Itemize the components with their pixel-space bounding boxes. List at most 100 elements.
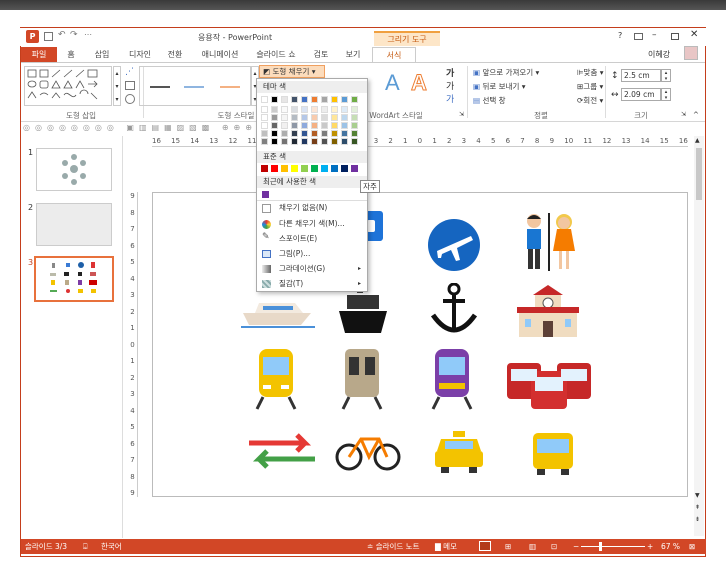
purple-train-icon[interactable] <box>429 349 475 411</box>
theme-color-swatch[interactable] <box>301 138 308 145</box>
theme-color-swatch[interactable] <box>281 114 288 121</box>
theme-color-swatch[interactable] <box>271 130 278 137</box>
style-line-blue[interactable] <box>184 86 204 88</box>
zoom-slider-thumb[interactable] <box>599 542 602 551</box>
group-button[interactable]: ⊞그룹 ▾ <box>577 81 603 92</box>
theme-color-swatch[interactable] <box>321 114 328 121</box>
send-backward-button[interactable]: ▣ 뒤로 보내기 ▾ <box>473 81 526 92</box>
language-indicator[interactable]: 한국어 <box>101 539 122 554</box>
theme-color-swatch[interactable] <box>281 130 288 137</box>
theme-color-swatch[interactable] <box>351 106 358 113</box>
theme-color-swatch[interactable] <box>331 122 338 129</box>
zoom-level[interactable]: 67 % <box>661 539 680 554</box>
bring-forward-button[interactable]: ▣ 앞으로 가져오기 ▾ <box>473 67 539 78</box>
theme-color-swatch[interactable] <box>261 130 268 137</box>
theme-color-swatch[interactable] <box>351 130 358 137</box>
scroll-up-icon[interactable]: ▲ <box>695 137 700 144</box>
theme-color-swatch[interactable] <box>331 106 338 113</box>
minimize-button[interactable]: – <box>652 30 657 40</box>
standard-color-swatch[interactable] <box>311 165 318 172</box>
theme-color-swatch[interactable] <box>281 138 288 145</box>
theme-color-swatch[interactable] <box>271 138 278 145</box>
ribbon-display-options-icon[interactable] <box>634 33 643 40</box>
theme-color-swatch[interactable] <box>311 138 318 145</box>
standard-color-swatch[interactable] <box>291 165 298 172</box>
theme-color-swatch[interactable] <box>341 138 348 145</box>
school-bus-icon[interactable] <box>531 433 575 477</box>
beige-train-icon[interactable] <box>339 349 385 411</box>
theme-color-swatch[interactable] <box>311 114 318 121</box>
theme-color-swatch[interactable] <box>281 96 288 103</box>
quick-access-redo-icon[interactable]: ↷ <box>70 30 78 40</box>
theme-color-swatch[interactable] <box>331 138 338 145</box>
theme-color-swatch[interactable] <box>351 114 358 121</box>
notes-button[interactable]: ≐ 슬라이드 노트 <box>367 539 419 554</box>
theme-color-swatch[interactable] <box>321 96 328 103</box>
quick-access-undo-icon[interactable]: ↶ <box>58 30 66 40</box>
theme-color-swatch[interactable] <box>291 106 298 113</box>
theme-color-swatch[interactable] <box>261 138 268 145</box>
shapes-gallery[interactable] <box>24 66 112 106</box>
buses-icon[interactable] <box>505 361 593 411</box>
airport-sign-icon[interactable] <box>427 218 481 272</box>
tab-transitions[interactable]: 전환 <box>162 47 188 62</box>
close-button[interactable]: ✕ <box>690 29 698 40</box>
slide-sorter-icon[interactable]: ⊞ <box>505 539 511 554</box>
theme-color-swatch[interactable] <box>271 122 278 129</box>
previous-slide-icon[interactable]: ⇞ <box>695 504 700 511</box>
comments-button[interactable]: ▇ 메모 <box>435 539 457 554</box>
menu-item-picture[interactable]: 그림(P)... <box>257 247 367 261</box>
slide-counter[interactable]: 슬라이드 3/3 <box>25 539 67 554</box>
theme-color-swatch[interactable] <box>331 130 338 137</box>
slide-canvas[interactable] <box>152 192 688 497</box>
theme-color-swatch[interactable] <box>311 106 318 113</box>
theme-color-swatch[interactable] <box>341 122 348 129</box>
standard-color-swatch[interactable] <box>341 165 348 172</box>
scroll-thumb[interactable] <box>696 148 702 200</box>
tab-animations[interactable]: 애니메이션 <box>196 47 244 62</box>
recent-color-swatch[interactable] <box>262 191 269 198</box>
reading-view-icon[interactable]: ▥ <box>529 539 536 554</box>
zoom-in-icon[interactable]: + <box>647 539 653 554</box>
theme-color-swatch[interactable] <box>301 114 308 121</box>
standard-color-swatch[interactable] <box>271 165 278 172</box>
menu-item-eyedropper[interactable]: 스포이트(E) <box>257 232 367 246</box>
rotate-button[interactable]: ⟳회전 ▾ <box>577 95 603 106</box>
yacht-icon[interactable] <box>241 291 315 329</box>
theme-color-swatch[interactable] <box>331 96 338 103</box>
tab-format[interactable]: 서식 <box>372 47 416 62</box>
fit-to-window-icon[interactable]: ⊠ <box>689 539 695 554</box>
yellow-train-icon[interactable] <box>253 349 299 411</box>
width-input[interactable]: 2.09 cm <box>621 88 661 101</box>
tab-design[interactable]: 디자인 <box>122 47 158 62</box>
tab-insert[interactable]: 삽입 <box>88 47 116 62</box>
align-button[interactable]: ⊫맞춤 ▾ <box>577 67 604 78</box>
selection-pane-button[interactable]: ▤ 선택 창 <box>473 95 506 106</box>
tab-file[interactable]: 파일 <box>21 47 57 62</box>
slide-thumbnail-2[interactable] <box>36 203 112 246</box>
user-name[interactable]: 이혜강 <box>648 49 670 60</box>
menu-item-texture[interactable]: 질감(T) ▸ <box>257 277 367 291</box>
tab-view[interactable]: 보기 <box>340 47 366 62</box>
standard-color-swatch[interactable] <box>261 165 268 172</box>
tab-slideshow[interactable]: 슬라이드 쇼 <box>252 47 300 62</box>
menu-item-gradient[interactable]: 그라데이션(G) ▸ <box>257 262 367 276</box>
spellcheck-icon[interactable]: ⌹ <box>83 539 88 554</box>
bicycle-icon[interactable] <box>335 429 401 471</box>
standard-color-swatch[interactable] <box>331 165 338 172</box>
standard-color-swatch[interactable] <box>351 165 358 172</box>
theme-color-swatch[interactable] <box>321 130 328 137</box>
width-spinner[interactable]: ▴ ▾ <box>661 88 671 101</box>
theme-color-swatch[interactable] <box>281 106 288 113</box>
theme-color-swatch[interactable] <box>291 130 298 137</box>
wordart-style-blue[interactable]: A <box>385 70 400 96</box>
text-fill-icon[interactable]: 가 <box>446 66 454 79</box>
theme-color-swatch[interactable] <box>271 106 278 113</box>
help-button[interactable]: ? <box>618 31 622 40</box>
restroom-sign-icon[interactable] <box>519 213 579 271</box>
theme-color-swatch[interactable] <box>351 96 358 103</box>
style-line-orange[interactable] <box>220 86 240 88</box>
theme-color-swatch[interactable] <box>341 130 348 137</box>
quick-access-customize-icon[interactable]: ⋯ <box>84 30 92 39</box>
theme-color-swatch[interactable] <box>291 96 298 103</box>
